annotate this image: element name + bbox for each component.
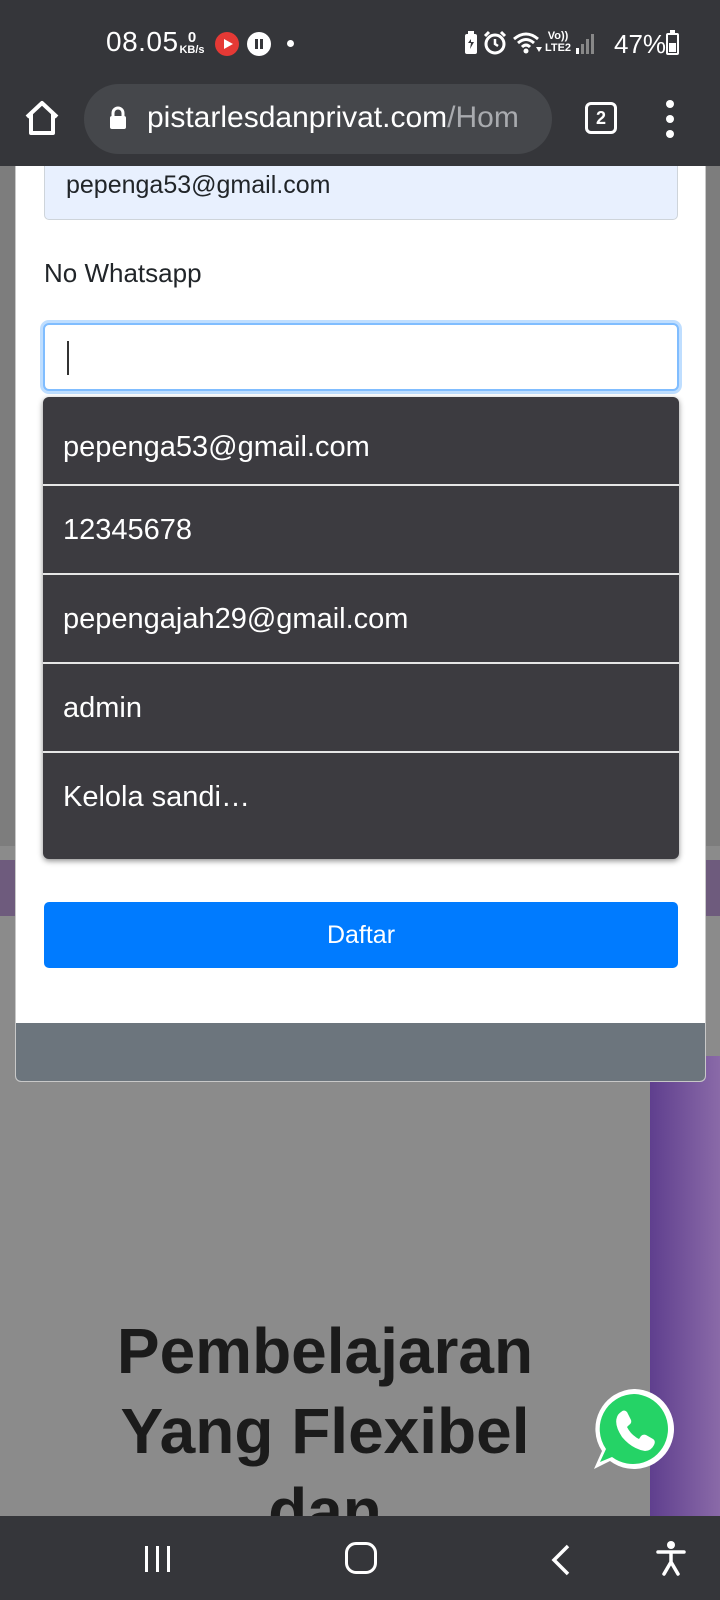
battery-percent: 47% <box>614 29 667 59</box>
headline-line-3: dan <box>268 1475 382 1516</box>
volte-indicator: Vo)) LTE2 <box>542 30 574 54</box>
battery-saver-icon <box>465 31 477 54</box>
lock-icon <box>110 106 126 129</box>
wifi-icon <box>513 32 542 54</box>
browser-toolbar: pistarlesdanprivat.com/Hom 2 <box>0 84 720 166</box>
signal-icon <box>576 34 594 54</box>
pause-icon <box>247 32 271 56</box>
back-icon[interactable] <box>550 1544 572 1576</box>
url-domain: pistarlesdanprivat.com <box>147 101 448 134</box>
autofill-item[interactable]: 12345678 <box>43 486 679 575</box>
volte-top: Vo)) <box>547 30 569 42</box>
whatsapp-input[interactable] <box>43 323 679 391</box>
headline-line-1: Pembelajaran <box>116 1315 534 1387</box>
address-bar[interactable]: pistarlesdanprivat.com/Hom <box>84 84 552 154</box>
autofill-dropdown: pepenga53@gmail.com 12345678 pepengajah2… <box>43 397 679 859</box>
status-time: 08.05 <box>106 26 179 57</box>
network-speed: 0 KB/s <box>179 30 205 56</box>
text-caret <box>67 341 69 375</box>
recent-apps-icon[interactable] <box>145 1546 178 1577</box>
network-speed-unit: KB/s <box>179 44 205 56</box>
screen-record-icon <box>215 32 239 56</box>
battery-icon <box>666 30 679 55</box>
url-text: pistarlesdanprivat.com/Hom <box>147 101 519 135</box>
home-icon[interactable] <box>22 98 62 138</box>
daftar-button[interactable]: Daftar <box>44 902 678 968</box>
page-headline: Pembelajaran Yang Flexibel dan <box>40 1311 610 1516</box>
accessibility-icon[interactable] <box>656 1540 686 1576</box>
whatsapp-label: No Whatsapp <box>44 258 202 288</box>
autofill-item[interactable]: pepenga53@gmail.com <box>43 397 679 486</box>
autofill-item[interactable]: pepengajah29@gmail.com <box>43 575 679 664</box>
status-bar: 08.05 0 KB/s Vo)) LTE2 47% <box>0 0 720 84</box>
url-path: /Hom <box>447 101 519 134</box>
headline-line-2: Yang Flexibel <box>120 1395 530 1467</box>
nav-home-icon[interactable] <box>345 1542 377 1574</box>
tab-switcher-button[interactable]: 2 <box>585 102 617 134</box>
autofill-item[interactable]: admin <box>43 664 679 753</box>
alarm-icon <box>483 30 507 55</box>
manage-passwords-item[interactable]: Kelola sandi… <box>43 753 679 848</box>
notification-dot-icon <box>287 40 294 47</box>
volte-bottom: LTE2 <box>544 42 572 54</box>
system-navigation-bar <box>0 1516 720 1600</box>
whatsapp-chat-icon[interactable] <box>590 1385 678 1473</box>
more-menu-icon[interactable] <box>660 100 680 140</box>
network-speed-value: 0 <box>187 29 197 46</box>
email-field[interactable]: pepenga53@gmail.com <box>44 166 678 220</box>
modal-footer <box>16 1023 705 1081</box>
